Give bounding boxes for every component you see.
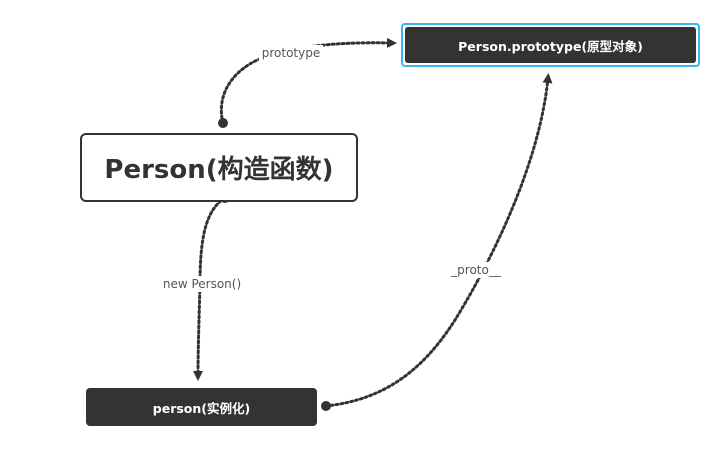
edge-new-label[interactable]: new Person()	[163, 277, 241, 291]
edge-new[interactable]: new Person()	[160, 193, 244, 381]
constructor-label: Person(构造函数)	[104, 155, 334, 185]
prototype-object-label: Person.prototype(原型对象)	[405, 27, 696, 63]
edge-proto[interactable]: _proto__	[321, 73, 553, 411]
edge-proto-start-dot	[321, 401, 331, 411]
edge-prototype-start-dot	[218, 118, 228, 128]
edge-proto-line[interactable]	[324, 73, 553, 408]
instance-label: person(实例化)	[152, 400, 251, 416]
prototype-object-node[interactable]: Person.prototype(原型对象)	[401, 23, 700, 67]
constructor-node[interactable]: Person(构造函数)	[80, 133, 358, 202]
instance-node[interactable]: person(实例化)	[86, 388, 317, 426]
edge-proto-label[interactable]: _proto__	[450, 263, 502, 277]
edge-prototype[interactable]: prototype	[218, 37, 397, 128]
edge-prototype-label[interactable]: prototype	[262, 46, 320, 60]
